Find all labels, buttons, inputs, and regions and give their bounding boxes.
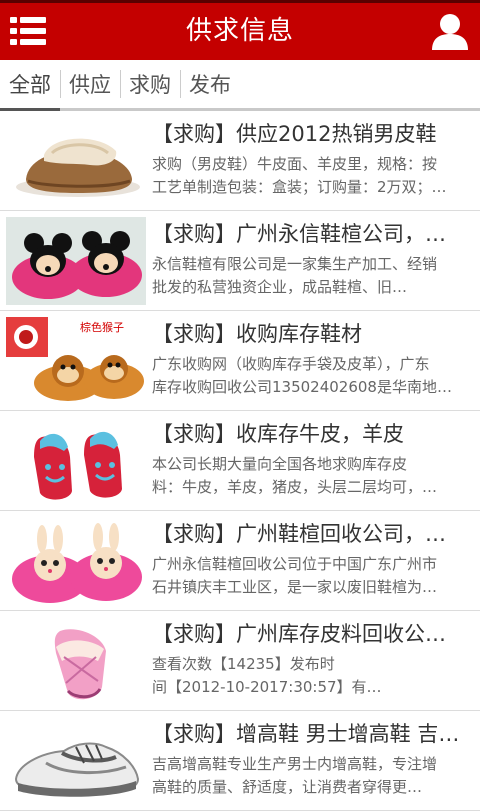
list-item[interactable]: 【求购】供应2012热销男皮鞋 求购（男皮鞋）牛皮面、羊皮里，规格：按 工艺单制… — [0, 111, 480, 211]
app-header: 供求信息 — [0, 0, 480, 60]
page-title: 供求信息 — [185, 16, 294, 46]
item-description: 永信鞋楦有限公司是一家集生产加工、经销 批发的私营独资企业，成品鞋楦、旧… — [152, 255, 438, 296]
tab-bar: 全部 供应 求购 发布 — [0, 60, 480, 111]
item-description: 本公司长期大量向全国各地求购库存皮 料：牛皮，羊皮，猪皮，头层二层均可，… — [152, 455, 438, 496]
user-icon[interactable] — [430, 12, 470, 52]
item-title: 【求购】广州库存皮料回收公… — [152, 622, 446, 646]
item-title: 【求购】收购库存鞋材 — [152, 322, 362, 346]
item-title: 【求购】收库存牛皮，羊皮 — [152, 422, 404, 446]
list-item[interactable]: 【求购】收库存牛皮，羊皮 本公司长期大量向全国各地求购库存皮 料：牛皮，羊皮，猪… — [0, 411, 480, 511]
bunny-slipper-image — [6, 517, 146, 605]
item-description: 广州永信鞋楦回收公司位于中国广东广州市 石井镇庆丰工业区，是一家以废旧鞋楦为… — [152, 555, 438, 596]
smiley-slipper-image — [6, 417, 146, 505]
tab-supply[interactable]: 供应 — [60, 60, 120, 108]
tab-purchase[interactable]: 求购 — [120, 60, 180, 108]
listing-list: 【求购】供应2012热销男皮鞋 求购（男皮鞋）牛皮面、羊皮里，规格：按 工艺单制… — [0, 111, 480, 811]
item-description: 查看次数【14235】发布时 间【2012-10-2017:30:57】有… — [152, 655, 382, 696]
product-badge-text: 棕色猴子 — [80, 320, 124, 334]
item-title: 【求购】增高鞋 男士增高鞋 吉… — [152, 722, 460, 746]
mickey-slipper-image — [6, 217, 146, 305]
item-title: 【求购】广州鞋楦回收公司，… — [152, 522, 446, 546]
list-item[interactable]: 【求购】广州永信鞋楦公司，… 永信鞋楦有限公司是一家集生产加工、经销 批发的私营… — [0, 211, 480, 311]
list-item[interactable]: 【求购】增高鞋 男士增高鞋 吉… 吉高增高鞋专业生产男士内增高鞋，专注增 高鞋的… — [0, 711, 480, 811]
item-description: 求购（男皮鞋）牛皮面、羊皮里，规格：按 工艺单制造包装：盒装；订购量：2万双；… — [152, 155, 447, 196]
item-title: 【求购】广州永信鞋楦公司，… — [152, 222, 446, 246]
item-title: 【求购】供应2012热销男皮鞋 — [152, 122, 437, 146]
pink-slipper-image — [6, 617, 146, 705]
monkey-slipper-image: 棕色猴子 — [6, 317, 146, 405]
sports-shoe-image — [6, 717, 146, 805]
list-item[interactable]: 【求购】广州鞋楦回收公司，… 广州永信鞋楦回收公司位于中国广东广州市 石井镇庆丰… — [0, 511, 480, 611]
item-description: 广东收购网（收购库存手袋及皮革），广东 库存收购回收公司13502402608是… — [152, 355, 452, 396]
tab-all[interactable]: 全部 — [0, 60, 60, 111]
item-description: 吉高增高鞋专业生产男士内增高鞋，专注增 高鞋的质量、舒适度，让消费者穿得更… — [152, 755, 438, 796]
tab-publish[interactable]: 发布 — [180, 60, 240, 108]
list-item[interactable]: 【求购】广州库存皮料回收公… 查看次数【14235】发布时 间【2012-10-… — [0, 611, 480, 711]
brown-slipper-image — [6, 117, 146, 205]
list-item[interactable]: 棕色猴子 【求购】收购库存鞋材 广东收购网（收购库存手袋及皮革），广东 库存收购… — [0, 311, 480, 411]
